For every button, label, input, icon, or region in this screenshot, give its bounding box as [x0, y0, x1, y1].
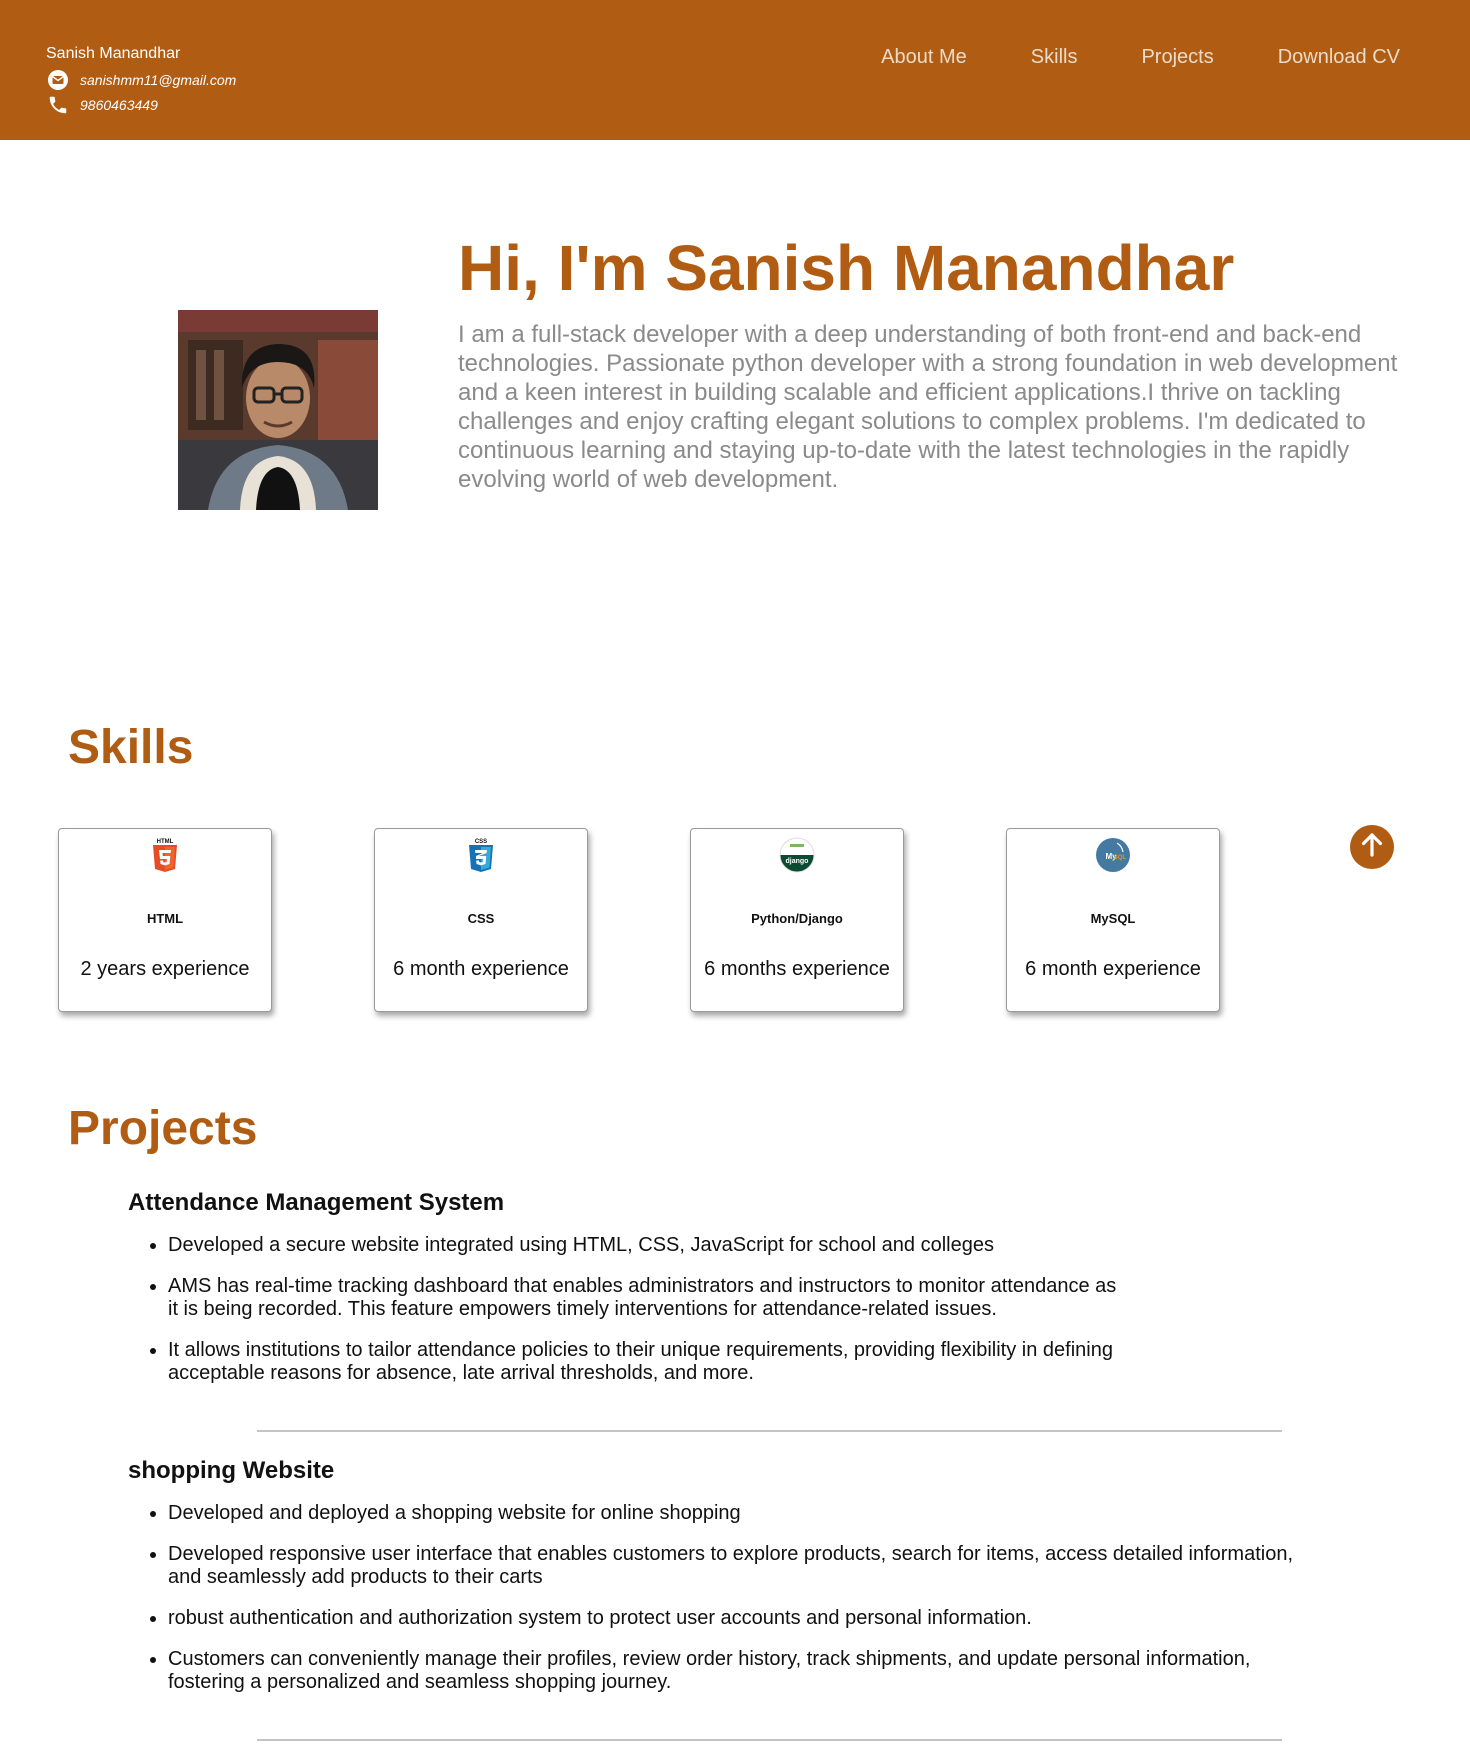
project-shopping-website: shopping Website Developed and deployed … [128, 1456, 1308, 1712]
skill-name: MySQL [1090, 911, 1136, 926]
arrow-up-icon [1360, 832, 1384, 863]
project-divider [257, 1739, 1282, 1741]
nav-projects[interactable]: Projects [1141, 44, 1213, 70]
hero-title: Hi, I'm Sanish Manandhar [458, 232, 1235, 304]
owner-name: Sanish Manandhar [46, 45, 181, 62]
skill-name: HTML [146, 911, 184, 926]
nav-about-me[interactable]: About Me [881, 44, 967, 70]
skill-card-mysql: My SQL MySQL 6 month experience [1006, 828, 1220, 1012]
html5-logo: HTML [147, 837, 183, 873]
svg-text:CSS: CSS [475, 839, 487, 845]
phone-text[interactable]: 9860463449 [80, 97, 158, 113]
email-row: sanishmm11@gmail.com [46, 67, 236, 92]
site-header: Sanish Manandhar sanishmm11@gmail.com 98… [0, 0, 1470, 140]
project-attendance-management: Attendance Management System Developed a… [128, 1188, 1308, 1403]
skill-name: CSS [467, 911, 495, 926]
list-item: Developed responsive user interface that… [168, 1543, 1308, 1589]
skill-experience: 6 month experience [1025, 958, 1201, 980]
email-text[interactable]: sanishmm11@gmail.com [80, 72, 236, 88]
skill-card-html: HTML HTML 2 years experience [58, 828, 272, 1012]
main-nav: About Me Skills Projects Download CV [817, 44, 1400, 70]
list-item: Developed a secure website integrated us… [168, 1234, 1128, 1257]
skill-experience: 6 month experience [393, 958, 569, 980]
scroll-to-top-button[interactable] [1350, 825, 1394, 869]
project-title: shopping Website [128, 1457, 335, 1484]
project-title: Attendance Management System [128, 1189, 505, 1216]
projects-heading: Projects [68, 1102, 258, 1155]
list-item: Developed and deployed a shopping websit… [168, 1502, 1308, 1525]
list-item: AMS has real-time tracking dashboard tha… [168, 1275, 1128, 1321]
nav-download-cv[interactable]: Download CV [1278, 44, 1400, 70]
project-bullets: Developed a secure website integrated us… [128, 1234, 1308, 1385]
mysql-logo: My SQL [1095, 837, 1131, 873]
skill-name: Python/Django [751, 911, 843, 926]
project-divider [257, 1430, 1282, 1432]
phone-row: 9860463449 [46, 92, 236, 117]
skill-experience: 6 months experience [704, 958, 890, 980]
list-item: It allows institutions to tailor attenda… [168, 1339, 1128, 1385]
profile-photo [178, 310, 378, 510]
skill-card-css: CSS CSS 6 month experience [374, 828, 588, 1012]
hero-description: I am a full-stack developer with a deep … [458, 321, 1398, 493]
svg-text:django: django [786, 858, 809, 865]
skills-heading: Skills [68, 721, 194, 774]
django-logo: django [779, 837, 815, 873]
skill-experience: 2 years experience [80, 958, 250, 980]
list-item: Customers can conveniently manage their … [168, 1648, 1308, 1694]
skills-list: HTML HTML 2 years experience CSS CSS 6 m… [58, 828, 1322, 1012]
skill-card-python-django: django Python/Django 6 months experience [690, 828, 904, 1012]
project-bullets: Developed and deployed a shopping websit… [128, 1502, 1308, 1694]
phone-icon [46, 93, 70, 117]
css3-logo: CSS [463, 837, 499, 873]
svg-text:HTML: HTML [157, 839, 174, 845]
contact-info: Sanish Manandhar sanishmm11@gmail.com 98… [46, 44, 236, 117]
list-item: robust authentication and authorization … [168, 1607, 1308, 1630]
email-icon [46, 68, 70, 92]
nav-skills[interactable]: Skills [1031, 44, 1078, 70]
svg-text:SQL: SQL [1114, 855, 1127, 861]
